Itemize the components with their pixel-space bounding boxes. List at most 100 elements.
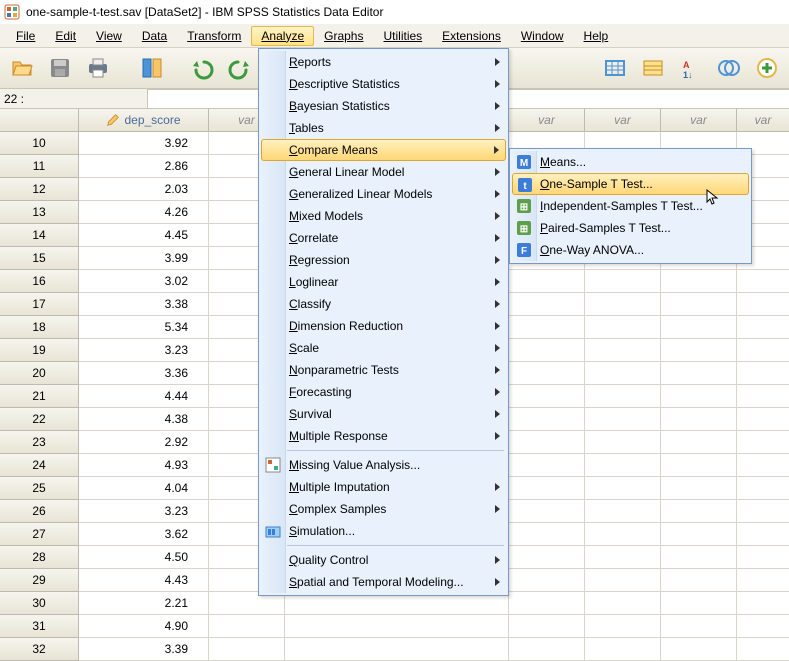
menu-item-multiple-response[interactable]: Multiple Response [261, 425, 506, 447]
row-header[interactable]: 21 [0, 385, 79, 408]
data-cell-empty[interactable] [661, 270, 737, 293]
submenu-item-means[interactable]: MMeans... [512, 151, 749, 173]
data-cell-empty[interactable] [509, 339, 585, 362]
data-cell-empty[interactable] [509, 546, 585, 569]
menu-item-complex-samples[interactable]: Complex Samples [261, 498, 506, 520]
value-labels-icon[interactable]: A1↓ [675, 52, 707, 84]
data-cell[interactable]: 2.21 [79, 592, 209, 615]
data-cell-empty[interactable] [209, 615, 285, 638]
grid1-icon[interactable] [599, 52, 631, 84]
data-cell-empty[interactable] [509, 638, 585, 661]
menu-utilities[interactable]: Utilities [373, 26, 432, 46]
sets-icon[interactable] [713, 52, 745, 84]
data-cell-empty[interactable] [585, 477, 661, 500]
row-header[interactable]: 16 [0, 270, 79, 293]
menu-item-general-linear-model[interactable]: General Linear Model [261, 161, 506, 183]
menu-item-descriptive-statistics[interactable]: Descriptive Statistics [261, 73, 506, 95]
submenu-item-paired-samples-t-test[interactable]: ⊞Paired-Samples T Test... [512, 217, 749, 239]
data-cell-empty[interactable] [737, 500, 789, 523]
menu-item-simulation[interactable]: Simulation... [261, 520, 506, 542]
row-header[interactable]: 28 [0, 546, 79, 569]
data-cell-empty[interactable] [737, 362, 789, 385]
row-header[interactable]: 30 [0, 592, 79, 615]
redo-icon[interactable] [224, 52, 256, 84]
data-cell-empty[interactable] [509, 569, 585, 592]
data-cell-empty[interactable] [285, 615, 509, 638]
submenu-item-one-way-anova[interactable]: FOne-Way ANOVA... [512, 239, 749, 261]
row-header[interactable]: 15 [0, 247, 79, 270]
data-cell-empty[interactable] [737, 477, 789, 500]
data-cell-empty[interactable] [737, 431, 789, 454]
menu-item-correlate[interactable]: Correlate [261, 227, 506, 249]
data-cell-empty[interactable] [737, 339, 789, 362]
data-cell-empty[interactable] [509, 477, 585, 500]
data-cell-empty[interactable] [285, 638, 509, 661]
menu-edit[interactable]: Edit [45, 26, 86, 46]
data-cell-empty[interactable] [661, 362, 737, 385]
data-cell-empty[interactable] [585, 592, 661, 615]
menu-item-forecasting[interactable]: Forecasting [261, 381, 506, 403]
data-cell-empty[interactable] [585, 385, 661, 408]
data-cell-empty[interactable] [585, 408, 661, 431]
data-cell-empty[interactable] [585, 454, 661, 477]
data-cell[interactable]: 4.26 [79, 201, 209, 224]
data-cell-empty[interactable] [737, 270, 789, 293]
undo-icon[interactable] [186, 52, 218, 84]
menu-transform[interactable]: Transform [177, 26, 251, 46]
menu-item-generalized-linear-models[interactable]: Generalized Linear Models [261, 183, 506, 205]
data-cell-empty[interactable] [509, 592, 585, 615]
row-header[interactable]: 31 [0, 615, 79, 638]
menu-item-nonparametric-tests[interactable]: Nonparametric Tests [261, 359, 506, 381]
row-header[interactable]: 27 [0, 523, 79, 546]
data-cell[interactable]: 4.93 [79, 454, 209, 477]
grid2-icon[interactable] [637, 52, 669, 84]
data-cell[interactable]: 5.34 [79, 316, 209, 339]
data-cell-empty[interactable] [509, 316, 585, 339]
data-cell-empty[interactable] [737, 408, 789, 431]
data-cell-empty[interactable] [661, 592, 737, 615]
submenu-item-one-sample-t-test[interactable]: tOne-Sample T Test... [512, 173, 749, 195]
menu-extensions[interactable]: Extensions [432, 26, 511, 46]
data-cell[interactable]: 4.43 [79, 569, 209, 592]
data-cell-empty[interactable] [661, 408, 737, 431]
data-cell-empty[interactable] [585, 293, 661, 316]
data-cell-empty[interactable] [509, 270, 585, 293]
row-header[interactable]: 22 [0, 408, 79, 431]
row-header[interactable]: 20 [0, 362, 79, 385]
data-cell-empty[interactable] [585, 316, 661, 339]
data-cell-empty[interactable] [737, 592, 789, 615]
open-icon[interactable] [6, 52, 38, 84]
row-header[interactable]: 25 [0, 477, 79, 500]
row-header[interactable]: 18 [0, 316, 79, 339]
data-cell-empty[interactable] [661, 316, 737, 339]
data-cell-empty[interactable] [509, 362, 585, 385]
data-cell[interactable]: 4.90 [79, 615, 209, 638]
data-cell[interactable]: 3.36 [79, 362, 209, 385]
data-cell-empty[interactable] [209, 638, 285, 661]
menu-item-reports[interactable]: Reports [261, 51, 506, 73]
data-cell-empty[interactable] [509, 500, 585, 523]
data-cell[interactable]: 3.92 [79, 132, 209, 155]
menu-data[interactable]: Data [132, 26, 177, 46]
column-header-var[interactable]: var [509, 109, 585, 132]
row-header[interactable]: 26 [0, 500, 79, 523]
data-cell-empty[interactable] [661, 293, 737, 316]
data-cell[interactable]: 4.38 [79, 408, 209, 431]
menu-item-mixed-models[interactable]: Mixed Models [261, 205, 506, 227]
data-cell[interactable]: 4.04 [79, 477, 209, 500]
data-cell-empty[interactable] [661, 500, 737, 523]
row-header[interactable]: 19 [0, 339, 79, 362]
data-cell-empty[interactable] [585, 362, 661, 385]
menu-item-loglinear[interactable]: Loglinear [261, 271, 506, 293]
data-cell-empty[interactable] [509, 431, 585, 454]
data-cell-empty[interactable] [585, 615, 661, 638]
data-cell-empty[interactable] [737, 569, 789, 592]
add-icon[interactable] [751, 52, 783, 84]
cell-reference[interactable]: 22 : [0, 89, 148, 108]
menu-item-bayesian-statistics[interactable]: Bayesian Statistics [261, 95, 506, 117]
menu-item-multiple-imputation[interactable]: Multiple Imputation [261, 476, 506, 498]
menu-item-dimension-reduction[interactable]: Dimension Reduction [261, 315, 506, 337]
data-cell-empty[interactable] [737, 546, 789, 569]
data-cell-empty[interactable] [509, 293, 585, 316]
data-cell-empty[interactable] [737, 638, 789, 661]
